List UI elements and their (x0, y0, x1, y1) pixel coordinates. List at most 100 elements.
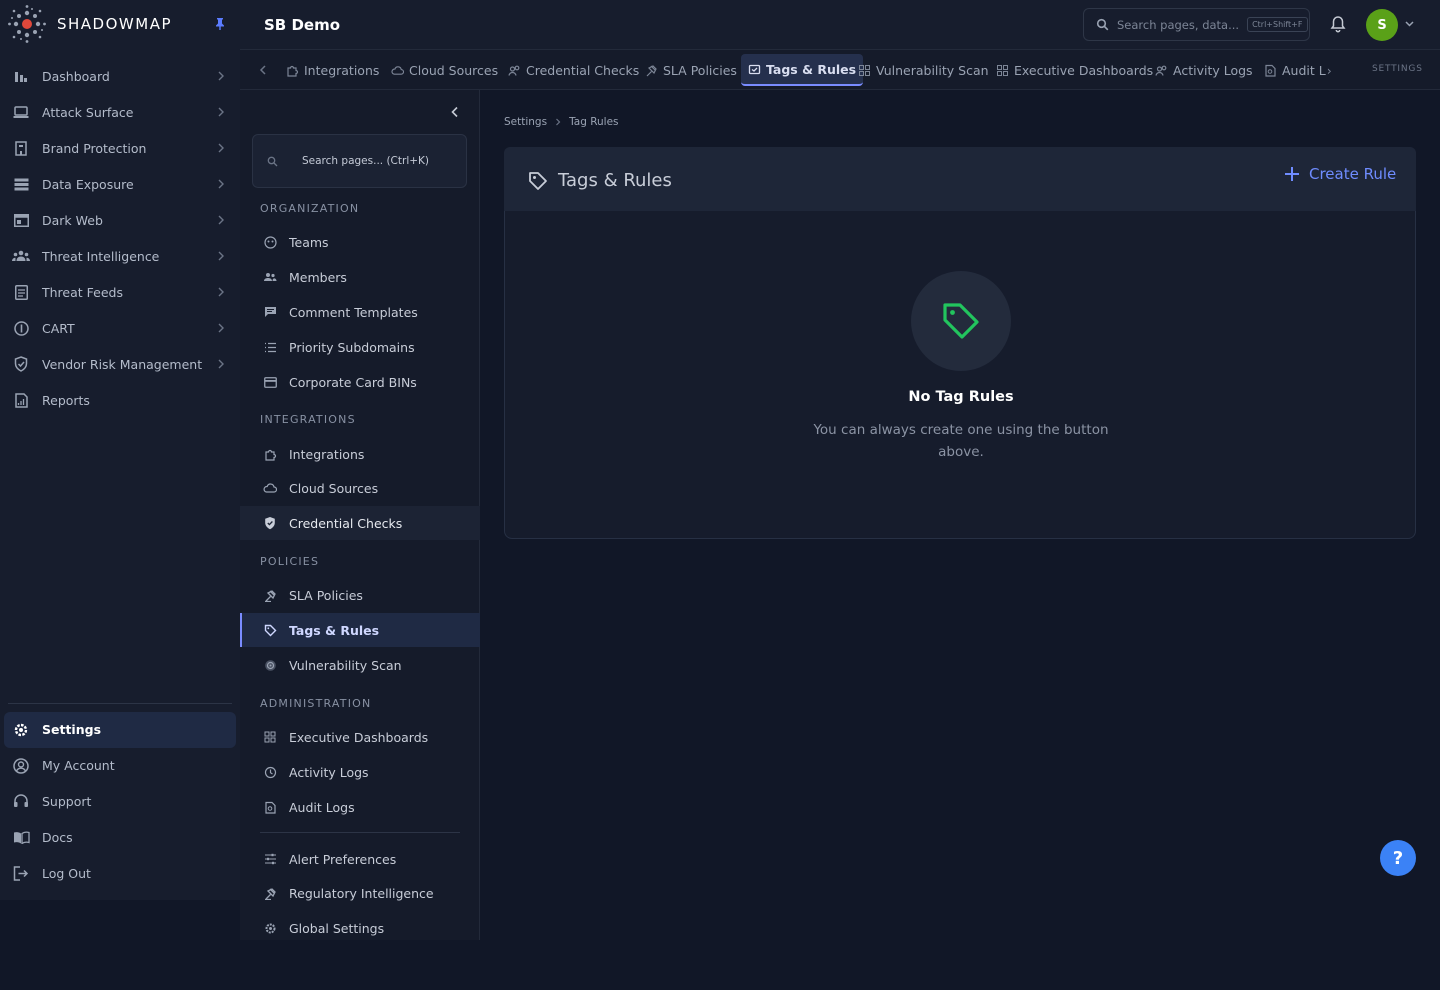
nav-label: Support (42, 793, 92, 809)
logo[interactable]: SHADOWMAP (7, 4, 172, 44)
report-icon (12, 391, 30, 409)
nav-item-log-out[interactable]: Log Out (0, 855, 240, 891)
nav-label: My Account (42, 758, 115, 774)
tab-label: Audit L (1282, 62, 1326, 78)
shield-check-icon (263, 516, 277, 530)
subnav-item-regulatory-intelligence[interactable]: Regulatory Intelligence (240, 876, 480, 910)
help-button[interactable]: ? (1380, 840, 1416, 876)
section-heading: ORGANIZATION (260, 202, 360, 215)
nav-label: Brand Protection (42, 140, 147, 156)
tab-label: Integrations (304, 62, 380, 78)
subnav-item-priority-subdomains[interactable]: Priority Subdomains (240, 330, 480, 364)
tab-activity-logs[interactable]: Activity Logs (1155, 54, 1253, 86)
chevron-right-icon (218, 215, 224, 225)
history-icon (263, 765, 277, 779)
pin-icon[interactable] (214, 17, 226, 31)
search-icon (267, 156, 278, 166)
subnav-item-vulnerability-scan[interactable]: Vulnerability Scan (240, 648, 480, 682)
nav-item-support[interactable]: Support (0, 784, 240, 820)
nav-label: Vendor Risk Management (42, 356, 203, 372)
chevron-right-icon (218, 179, 224, 189)
nav-item-attack-surface[interactable]: Attack Surface (0, 94, 240, 130)
nav-label: Threat Intelligence (42, 248, 160, 264)
nav-item-dark-web[interactable]: Dark Web (0, 202, 240, 238)
chevron-left-icon[interactable] (258, 65, 268, 75)
tab-label: Executive Dashboards (1014, 62, 1154, 78)
subnav-item-corporate-card-bins[interactable]: Corporate Card BINs (240, 365, 480, 399)
subnav-item-comment-templates[interactable]: Comment Templates (240, 295, 480, 329)
users-icon (1155, 65, 1167, 76)
tab-tags-rules[interactable]: Tags & Rules (741, 54, 864, 86)
subnav-label: Members (289, 269, 347, 285)
nav-item-dashboard[interactable]: Dashboard (0, 58, 240, 94)
chevron-right-icon (218, 143, 224, 153)
nav-item-threat-feeds[interactable]: Threat Feeds (0, 274, 240, 310)
tab-executive-dashboards[interactable]: Executive Dashboards (996, 54, 1153, 86)
tab-sla-policies[interactable]: SLA Policies (645, 54, 737, 86)
grid-icon (997, 64, 1008, 76)
book-icon (12, 828, 30, 846)
avatar[interactable]: S (1366, 9, 1398, 41)
section-heading: INTEGRATIONS (260, 413, 356, 426)
subnav-item-teams[interactable]: Teams (240, 225, 480, 259)
logo-text: SHADOWMAP (57, 15, 172, 33)
subnav-item-audit-logs[interactable]: Audit Logs (240, 790, 480, 824)
create-rule-button[interactable]: Create Rule (1284, 165, 1396, 183)
tab-label: SLA Policies (663, 62, 737, 78)
settings-tab-bar: Integrations Cloud Sources Credential Ch… (240, 50, 1440, 90)
feed-icon (12, 283, 30, 301)
nav-item-vendor-risk-management[interactable]: Vendor Risk Management (0, 346, 240, 382)
nav-label: Dashboard (42, 68, 110, 84)
chevron-left-icon[interactable] (450, 106, 460, 118)
tab-cloud-sources[interactable]: Cloud Sources (391, 54, 498, 86)
subnav-item-alert-preferences[interactable]: Alert Preferences (240, 842, 480, 876)
search-placeholder: Search pages... (Ctrl+K) (302, 155, 430, 167)
chevron-down-icon[interactable] (1405, 20, 1414, 28)
main-sidebar: SHADOWMAP Dashboard Attack Surface Brand… (0, 0, 240, 900)
subnav-item-activity-logs[interactable]: Activity Logs (240, 755, 480, 789)
nav-item-threat-intelligence[interactable]: Threat Intelligence (0, 238, 240, 274)
subnav-item-members[interactable]: Members (240, 260, 480, 294)
subnav-label: Activity Logs (289, 764, 369, 780)
page-title: Tags & Rules (558, 170, 672, 191)
bottom-nav: Settings My Account Support Docs Log Out (0, 712, 240, 891)
nav-item-settings[interactable]: Settings (4, 712, 236, 748)
cloud-icon (391, 65, 404, 75)
subnav-item-sla-policies[interactable]: SLA Policies (240, 578, 480, 612)
subnav-label: Vulnerability Scan (289, 657, 402, 673)
subnav-item-integrations[interactable]: Integrations (240, 437, 480, 471)
nav-item-cart[interactable]: CART (0, 310, 240, 346)
nav-item-my-account[interactable]: My Account (0, 748, 240, 784)
gavel-icon (263, 886, 277, 900)
nav-item-reports[interactable]: Reports (0, 382, 240, 418)
tag-icon (529, 172, 547, 190)
tab-label: Tags & Rules (766, 61, 857, 77)
global-search-input[interactable]: Search pages, data... Ctrl+Shift+F (1083, 8, 1310, 41)
nav-item-data-exposure[interactable]: Data Exposure (0, 166, 240, 202)
top-header: SB Demo Search pages, data... Ctrl+Shift… (240, 0, 1440, 50)
users-icon (12, 247, 30, 265)
settings-search-input[interactable]: Search pages... (Ctrl+K) (252, 134, 467, 188)
chevron-right-icon (218, 251, 224, 261)
chevron-right-icon (218, 323, 224, 333)
nav-item-docs[interactable]: Docs (0, 819, 240, 855)
subnav-item-tags-rules[interactable]: Tags & Rules (240, 613, 480, 647)
tab-label: Activity Logs (1173, 62, 1253, 78)
subnav-item-executive-dashboards[interactable]: Executive Dashboards (240, 720, 480, 754)
user-circle-icon (12, 757, 30, 775)
tab-label: Cloud Sources (409, 62, 499, 78)
empty-state-card: No Tag Rules You can always create one u… (504, 211, 1416, 539)
subnav-item-credential-checks[interactable]: Credential Checks (240, 506, 480, 540)
subnav-label: SLA Policies (289, 587, 363, 603)
tab-audit-logs[interactable]: Audit L › (1264, 54, 1332, 86)
gavel-icon (263, 588, 277, 602)
bell-icon[interactable] (1329, 15, 1347, 33)
tab-credential-checks[interactable]: Credential Checks (508, 54, 639, 86)
tab-integrations[interactable]: Integrations (286, 54, 379, 86)
tab-vulnerability-scan[interactable]: Vulnerability Scan (858, 54, 989, 86)
breadcrumb-item-settings[interactable]: Settings (504, 116, 547, 128)
subnav-item-global-settings[interactable]: Global Settings (240, 911, 480, 945)
subnav-item-cloud-sources[interactable]: Cloud Sources (240, 471, 480, 505)
nav-item-brand-protection[interactable]: Brand Protection (0, 130, 240, 166)
breadcrumb-item-current: Tag Rules (569, 116, 619, 128)
